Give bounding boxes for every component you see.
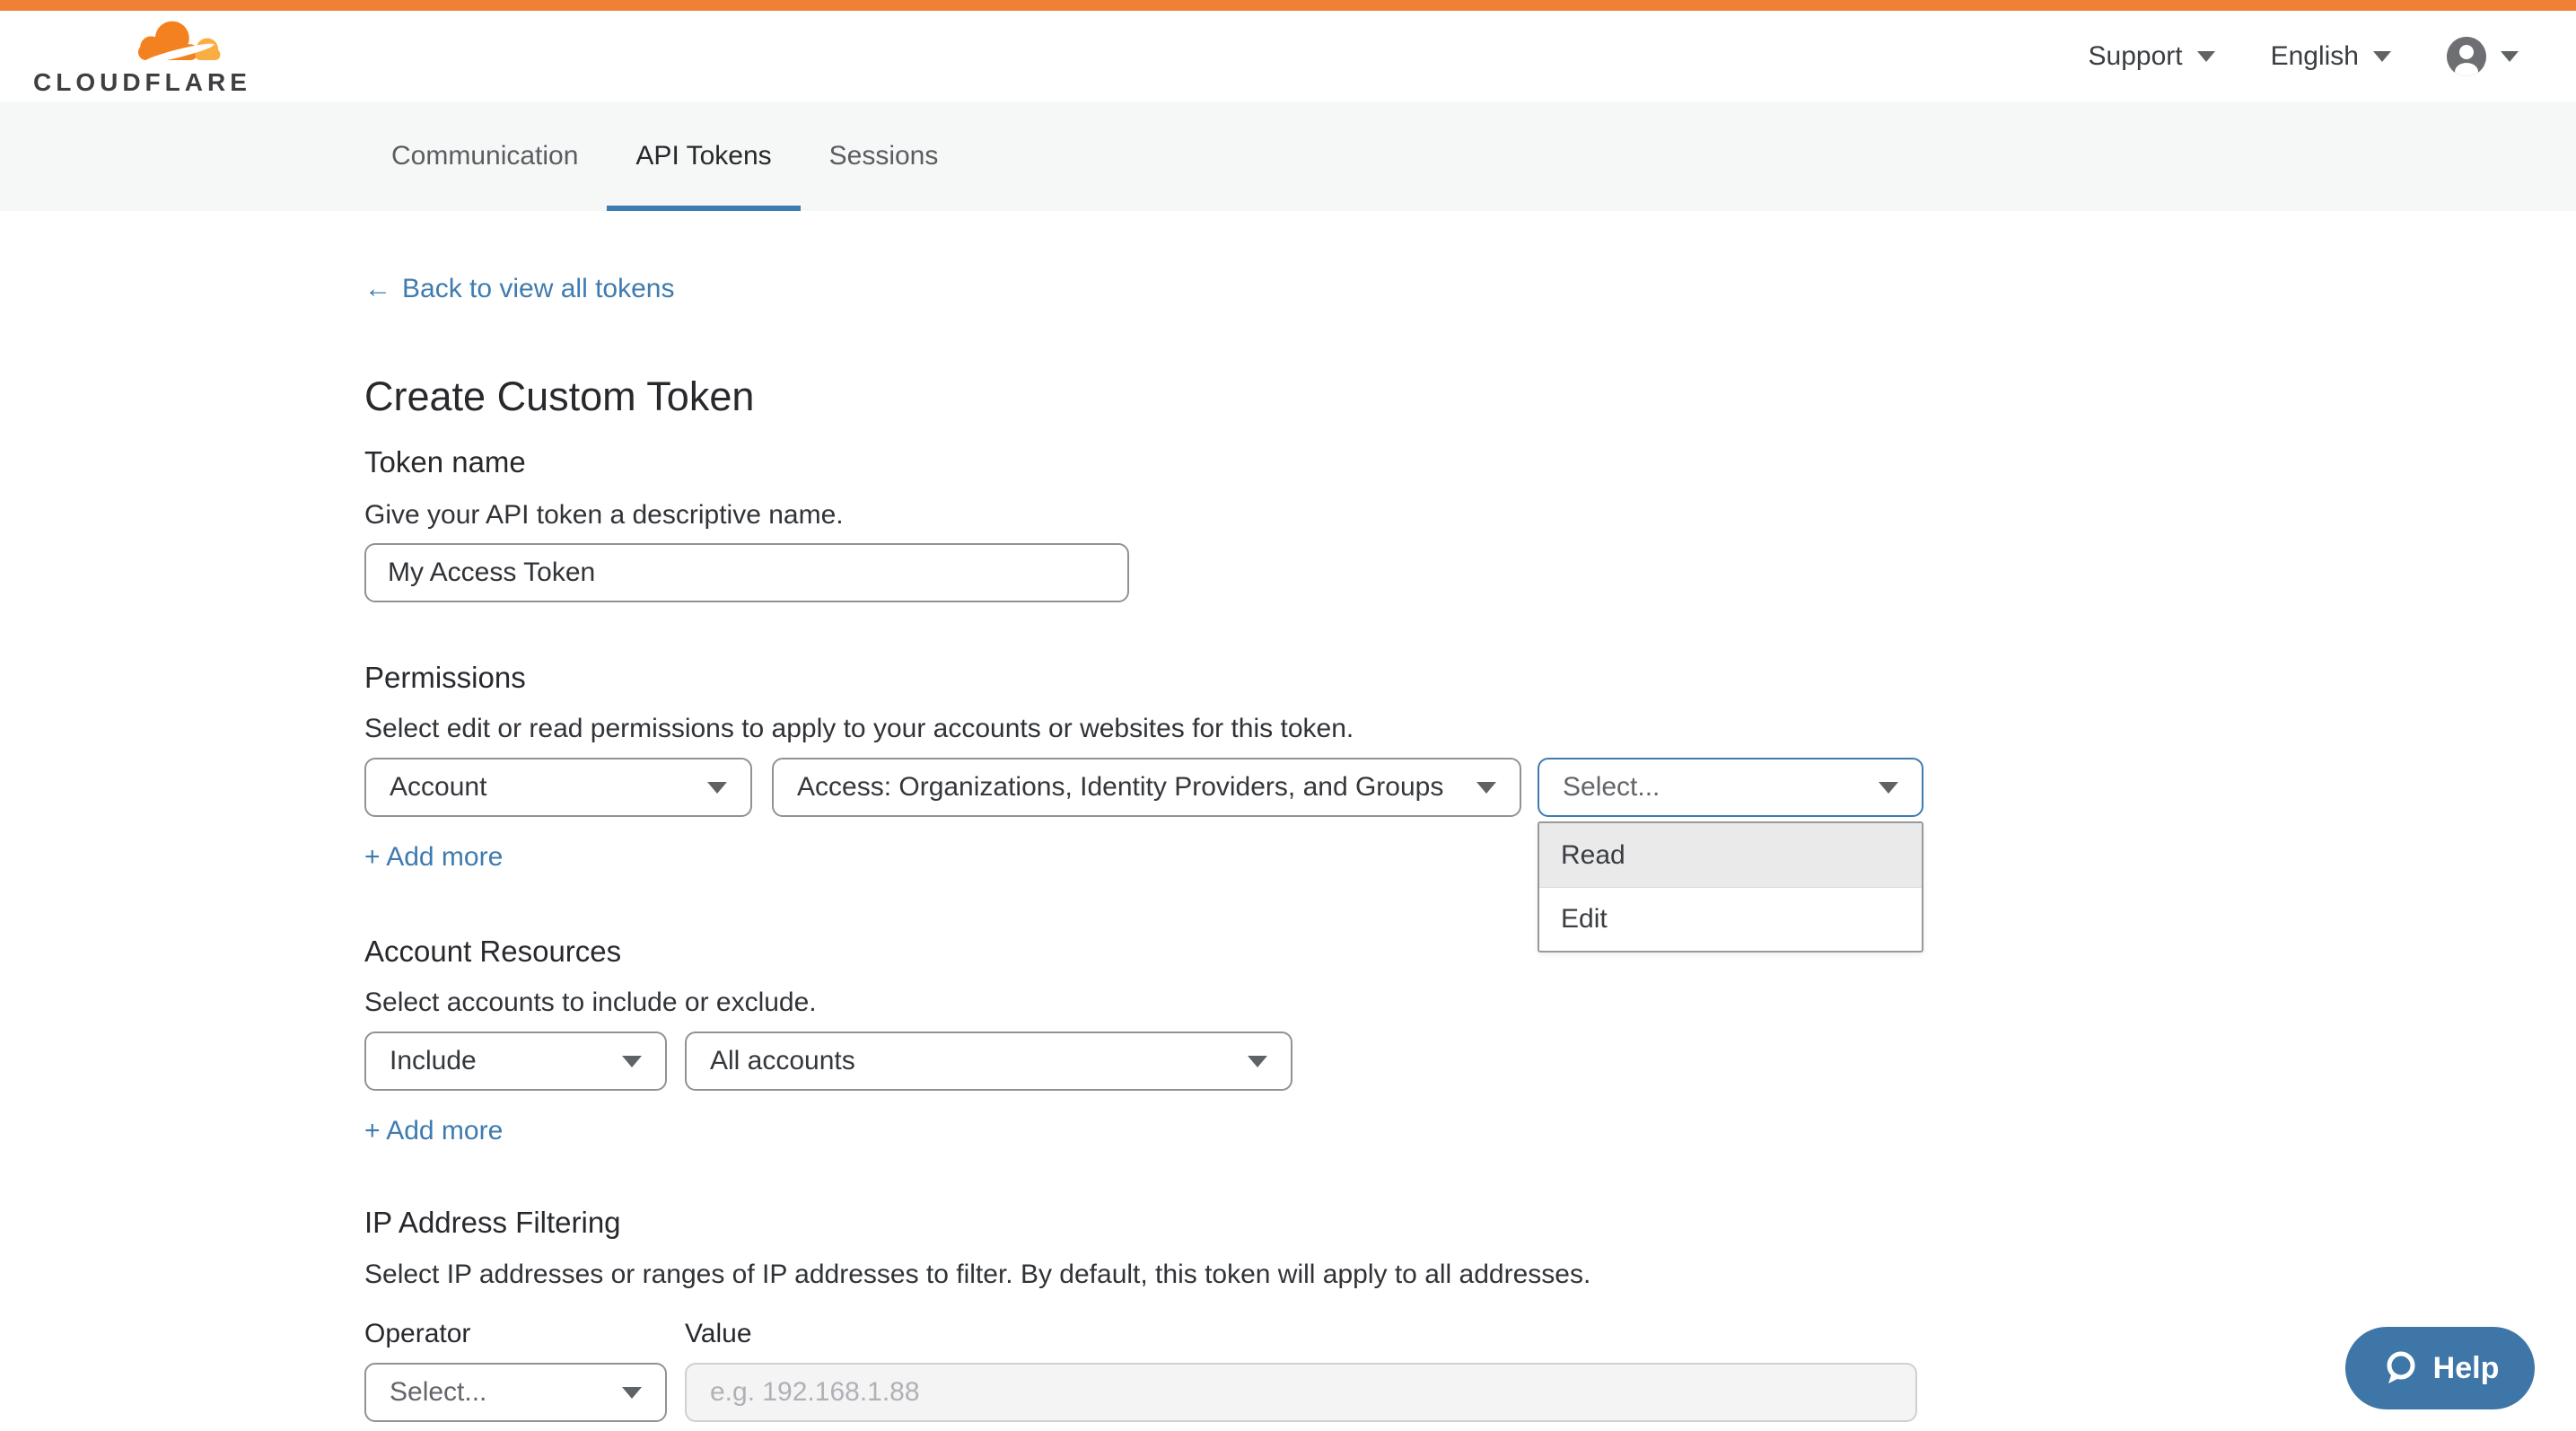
permission-scope-value: Account xyxy=(390,772,486,803)
resource-accounts-value: All accounts xyxy=(710,1046,855,1076)
token-name-heading: Token name xyxy=(364,445,1129,479)
resource-accounts-select[interactable]: All accounts xyxy=(685,1032,1292,1091)
chevron-down-icon xyxy=(2501,51,2519,62)
chevron-down-icon xyxy=(2197,51,2215,62)
cloudflare-logo[interactable]: CLOUDFLARE xyxy=(33,18,226,97)
permission-scope-select[interactable]: Account xyxy=(364,758,752,817)
back-link-label: Back to view all tokens xyxy=(402,274,674,304)
user-avatar-icon xyxy=(2447,37,2486,76)
permission-group-select[interactable]: Access: Organizations, Identity Provider… xyxy=(772,758,1521,817)
ip-filtering-section: IP Address Filtering Select IP addresses… xyxy=(364,1206,1917,1422)
account-resources-description: Select accounts to include or exclude. xyxy=(364,988,1292,1018)
token-name-description: Give your API token a descriptive name. xyxy=(364,500,1129,531)
chat-bubble-icon xyxy=(2381,1349,2419,1387)
chevron-down-icon xyxy=(1476,782,1496,794)
account-resources-heading: Account Resources xyxy=(364,935,1292,969)
ip-filtering-description: Select IP addresses or ranges of IP addr… xyxy=(364,1260,1917,1290)
profile-tabbar: Communication API Tokens Sessions xyxy=(0,101,2576,211)
permissions-description: Select edit or read permissions to apply… xyxy=(364,714,1923,744)
resource-mode-select[interactable]: Include xyxy=(364,1032,667,1091)
ip-value-input[interactable] xyxy=(685,1363,1917,1422)
cloudflare-cloud-icon xyxy=(121,18,226,66)
page-title: Create Custom Token xyxy=(364,373,754,420)
permission-group-value: Access: Organizations, Identity Provider… xyxy=(797,772,1443,803)
language-menu-label: English xyxy=(2271,41,2359,72)
token-name-section: Token name Give your API token a descrip… xyxy=(364,445,1129,602)
brand-top-bar xyxy=(0,0,2576,11)
chevron-down-icon xyxy=(707,782,727,794)
permissions-heading: Permissions xyxy=(364,661,1923,695)
back-to-tokens-link[interactable]: ← Back to view all tokens xyxy=(364,274,674,304)
cloudflare-wordmark: CLOUDFLARE xyxy=(33,68,226,97)
resource-mode-value: Include xyxy=(390,1046,477,1076)
arrow-left-icon: ← xyxy=(364,274,391,304)
token-name-input[interactable] xyxy=(364,543,1129,602)
account-resources-select-row: Include All accounts xyxy=(364,1032,1292,1091)
support-menu[interactable]: Support xyxy=(2089,41,2215,72)
ip-filtering-heading: IP Address Filtering xyxy=(364,1206,1917,1240)
account-resources-section: Account Resources Select accounts to inc… xyxy=(364,935,1292,1146)
chevron-down-icon xyxy=(2373,51,2391,62)
chevron-down-icon xyxy=(622,1387,642,1399)
permission-level-select[interactable]: Select... xyxy=(1538,758,1923,817)
tab-api-tokens[interactable]: API Tokens xyxy=(607,101,800,211)
account-resources-add-more-link[interactable]: + Add more xyxy=(364,1116,503,1146)
ip-operator-select[interactable]: Select... xyxy=(364,1363,667,1422)
permission-level-dropdown-menu: Read Edit xyxy=(1538,821,1923,953)
chevron-down-icon xyxy=(1248,1056,1267,1067)
menu-option-read[interactable]: Read xyxy=(1539,823,1922,887)
account-menu[interactable] xyxy=(2447,37,2519,76)
header-nav: Support English xyxy=(2089,11,2519,101)
tab-sessions[interactable]: Sessions xyxy=(801,101,968,211)
chevron-down-icon xyxy=(1879,782,1898,794)
value-label: Value xyxy=(685,1319,752,1349)
ip-operator-placeholder: Select... xyxy=(390,1377,486,1408)
create-custom-token-page: CLOUDFLARE Support English xyxy=(0,0,2576,1431)
chevron-down-icon xyxy=(622,1056,642,1067)
permission-level-placeholder: Select... xyxy=(1563,772,1660,803)
ip-filter-row: Select... xyxy=(364,1363,1917,1422)
menu-option-edit[interactable]: Edit xyxy=(1539,887,1922,951)
permissions-add-more-link[interactable]: + Add more xyxy=(364,842,503,873)
tab-communication[interactable]: Communication xyxy=(363,101,607,211)
ip-field-labels: Operator Value xyxy=(364,1319,1917,1349)
header: CLOUDFLARE Support English xyxy=(0,11,2576,101)
language-menu[interactable]: English xyxy=(2271,41,2391,72)
help-button[interactable]: Help xyxy=(2345,1327,2535,1409)
operator-label: Operator xyxy=(364,1319,685,1349)
help-button-label: Help xyxy=(2433,1351,2500,1386)
permissions-select-row: Account Access: Organizations, Identity … xyxy=(364,758,1923,817)
support-menu-label: Support xyxy=(2089,41,2183,72)
